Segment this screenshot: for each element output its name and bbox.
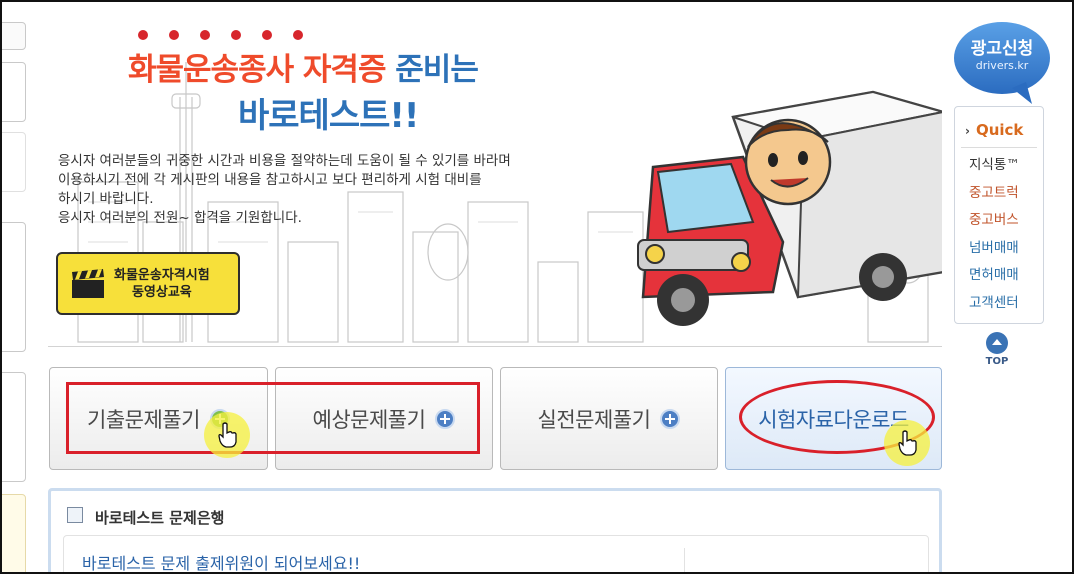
description-line: 응시자 여러분들의 귀중한 시간과 비용을 절약하는데 도움이 될 수 있기를 … [58, 153, 511, 169]
video-button-line2: 동영상교육 [131, 284, 192, 300]
description-line: 이용하시기 전에 각 게시판의 내용을 참고하시고 보다 편리하게 시험 대비를 [58, 172, 482, 188]
scroll-top-label: TOP [985, 356, 1009, 367]
hand-pointer-icon [218, 422, 237, 448]
description-line: 응시자 여러분의 전원~ 합격을 기원합니다. [58, 210, 302, 226]
become-examiner-link[interactable]: 바로테스트 문제 출제위원이 되어보세요!! [82, 550, 360, 572]
plus-circle-icon [660, 408, 681, 429]
arrow-up-icon [986, 332, 1008, 354]
question-bank-title: 바로테스트 문제은행 [95, 509, 225, 527]
quick-item-used-bus[interactable]: 중고버스 [969, 210, 1020, 238]
quick-menu: › Quick 지식통™ 중고트럭 중고버스 넘버매매 면허매매 고객센터 [954, 106, 1044, 324]
title-dots-decoration [138, 30, 303, 40]
quick-item-customer-center[interactable]: 고객센터 [969, 293, 1020, 321]
video-education-button[interactable]: 화물운송자격시험 동영상교육 [56, 252, 240, 315]
quick-menu-heading: › Quick [965, 121, 1024, 139]
sidebar-panel [2, 494, 26, 572]
chevron-right-icon: › [965, 124, 970, 138]
hero-title-red: 화물운송종사 자격증 [128, 52, 386, 88]
ad-request-title[interactable]: 광고신청 [952, 34, 1052, 59]
hand-pointer-icon [898, 430, 917, 456]
question-bank-panel: 바로테스트 문제은행 바로테스트 문제 출제위원이 되어보세요!! [48, 488, 942, 572]
scroll-top-button[interactable]: TOP [982, 332, 1012, 367]
hero-subtitle: 바로테스트!! [238, 96, 419, 136]
annotation-highlight-box [66, 382, 480, 454]
question-bank-content: 바로테스트 문제 출제위원이 되어보세요!! [63, 535, 929, 572]
sidebar-tab[interactable] [2, 22, 26, 50]
quick-item-number-trade[interactable]: 넘버매매 [969, 238, 1020, 266]
sidebar-login-box[interactable] [2, 62, 26, 122]
quick-item-knowledge[interactable]: 지식통™ [969, 155, 1020, 183]
left-sidebar-edge [2, 2, 28, 572]
practice-exam-label: 실전문제풀기 [537, 407, 651, 432]
sidebar-panel [2, 132, 26, 192]
browser-viewport: 화물운송종사 자격증 준비는 바로테스트!! 응시자 여러분들의 귀중한 시간과… [0, 0, 1074, 574]
sidebar-panel [2, 372, 26, 482]
truck-mascot-illustration [637, 90, 942, 326]
quick-item-license-trade[interactable]: 면허매매 [969, 265, 1020, 293]
hero-title: 화물운송종사 자격증 준비는 [128, 44, 479, 89]
clapperboard-icon [72, 268, 104, 298]
pencil-note-icon [67, 507, 83, 523]
description-line: 하시기 바랍니다. [58, 191, 154, 207]
quick-item-used-truck[interactable]: 중고트럭 [969, 183, 1020, 211]
sidebar-panel [2, 222, 26, 352]
hero-banner: 화물운송종사 자격증 준비는 바로테스트!! 응시자 여러분들의 귀중한 시간과… [48, 2, 942, 347]
ad-request-domain: drivers.kr [975, 59, 1029, 72]
practice-exam-button[interactable]: 실전문제풀기 [500, 367, 718, 470]
video-button-line1: 화물운송자격시험 [114, 267, 210, 283]
hero-title-blue: 준비는 [395, 52, 479, 88]
hero-description: 응시자 여러분들의 귀중한 시간과 비용을 절약하는데 도움이 될 수 있기를 … [58, 152, 618, 228]
